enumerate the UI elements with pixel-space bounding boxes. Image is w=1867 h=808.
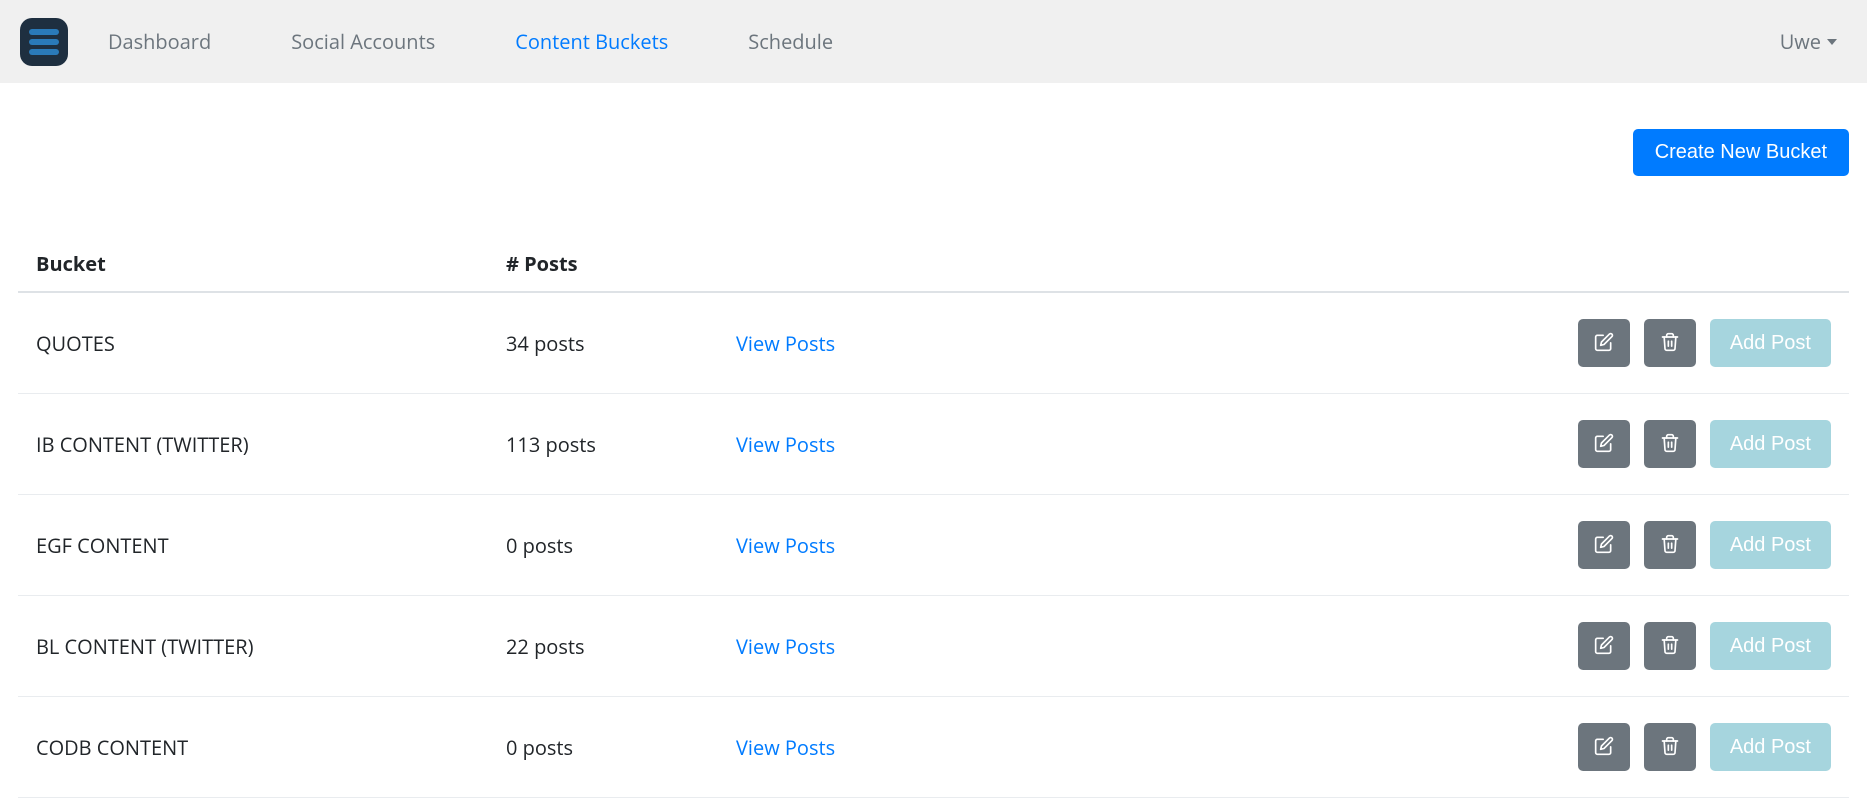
user-menu[interactable]: Uwe bbox=[1780, 28, 1837, 55]
edit-icon bbox=[1594, 534, 1614, 557]
delete-button[interactable] bbox=[1644, 319, 1696, 367]
main-nav: Dashboard Social Accounts Content Buckets S… bbox=[108, 28, 1780, 55]
nav-item-dashboard[interactable]: Dashboard bbox=[108, 28, 211, 55]
add-post-button[interactable]: Add Post bbox=[1710, 723, 1831, 771]
add-post-button[interactable]: Add Post bbox=[1710, 622, 1831, 670]
view-posts-link[interactable]: View Posts bbox=[736, 330, 835, 357]
edit-icon bbox=[1594, 736, 1614, 759]
edit-icon bbox=[1594, 332, 1614, 355]
edit-button[interactable] bbox=[1578, 420, 1630, 468]
edit-button[interactable] bbox=[1578, 622, 1630, 670]
add-post-button[interactable]: Add Post bbox=[1710, 420, 1831, 468]
edit-button[interactable] bbox=[1578, 723, 1630, 771]
header-empty-actions bbox=[1529, 236, 1849, 292]
bucket-post-count: 113 posts bbox=[488, 394, 718, 495]
row-actions: Add Post bbox=[1547, 521, 1831, 569]
bucket-post-count: 34 posts bbox=[488, 292, 718, 394]
trash-icon bbox=[1660, 736, 1680, 759]
add-post-button[interactable]: Add Post bbox=[1710, 319, 1831, 367]
page-container: Create New Bucket Bucket # Posts QUOTES3… bbox=[0, 83, 1867, 798]
bucket-name: CODB CONTENT bbox=[18, 697, 488, 798]
trash-icon bbox=[1660, 332, 1680, 355]
nav-item-content-buckets[interactable]: Content Buckets bbox=[515, 28, 668, 55]
nav-item-schedule[interactable]: Schedule bbox=[748, 28, 833, 55]
row-actions: Add Post bbox=[1547, 723, 1831, 771]
header-posts: # Posts bbox=[488, 236, 718, 292]
header-empty-view bbox=[718, 236, 1529, 292]
bucket-name: BL CONTENT (TWITTER) bbox=[18, 596, 488, 697]
create-bucket-button[interactable]: Create New Bucket bbox=[1633, 129, 1849, 176]
table-row: IB CONTENT (TWITTER)113 posts View Posts A… bbox=[18, 394, 1849, 495]
bucket-name: QUOTES bbox=[18, 292, 488, 394]
table-row: BL CONTENT (TWITTER)22 posts View Posts Ad… bbox=[18, 596, 1849, 697]
delete-button[interactable] bbox=[1644, 420, 1696, 468]
add-post-button[interactable]: Add Post bbox=[1710, 521, 1831, 569]
logo-bar bbox=[29, 39, 59, 45]
bucket-name: IB CONTENT (TWITTER) bbox=[18, 394, 488, 495]
view-posts-link[interactable]: View Posts bbox=[736, 734, 835, 761]
nav-item-social-accounts[interactable]: Social Accounts bbox=[291, 28, 435, 55]
header-bucket: Bucket bbox=[18, 236, 488, 292]
user-name: Uwe bbox=[1780, 28, 1821, 55]
row-actions: Add Post bbox=[1547, 622, 1831, 670]
bucket-post-count: 0 posts bbox=[488, 495, 718, 596]
trash-icon bbox=[1660, 635, 1680, 658]
delete-button[interactable] bbox=[1644, 723, 1696, 771]
trash-icon bbox=[1660, 534, 1680, 557]
edit-icon bbox=[1594, 433, 1614, 456]
logo-bar bbox=[29, 49, 59, 55]
app-logo[interactable] bbox=[20, 18, 68, 66]
table-row: EGF CONTENT0 posts View Posts Add Post bbox=[18, 495, 1849, 596]
row-actions: Add Post bbox=[1547, 420, 1831, 468]
table-row: QUOTES34 posts View Posts Add Post bbox=[18, 292, 1849, 394]
chevron-down-icon bbox=[1827, 39, 1837, 45]
edit-icon bbox=[1594, 635, 1614, 658]
bucket-post-count: 0 posts bbox=[488, 697, 718, 798]
bucket-post-count: 22 posts bbox=[488, 596, 718, 697]
logo-bar bbox=[29, 29, 59, 35]
view-posts-link[interactable]: View Posts bbox=[736, 633, 835, 660]
edit-button[interactable] bbox=[1578, 521, 1630, 569]
bucket-name: EGF CONTENT bbox=[18, 495, 488, 596]
view-posts-link[interactable]: View Posts bbox=[736, 532, 835, 559]
row-actions: Add Post bbox=[1547, 319, 1831, 367]
view-posts-link[interactable]: View Posts bbox=[736, 431, 835, 458]
page-actions: Create New Bucket bbox=[18, 129, 1849, 176]
delete-button[interactable] bbox=[1644, 622, 1696, 670]
trash-icon bbox=[1660, 433, 1680, 456]
edit-button[interactable] bbox=[1578, 319, 1630, 367]
delete-button[interactable] bbox=[1644, 521, 1696, 569]
table-row: CODB CONTENT0 posts View Posts Add Post bbox=[18, 697, 1849, 798]
buckets-table: Bucket # Posts QUOTES34 posts View Posts A… bbox=[18, 236, 1849, 798]
topbar: Dashboard Social Accounts Content Buckets S… bbox=[0, 0, 1867, 83]
